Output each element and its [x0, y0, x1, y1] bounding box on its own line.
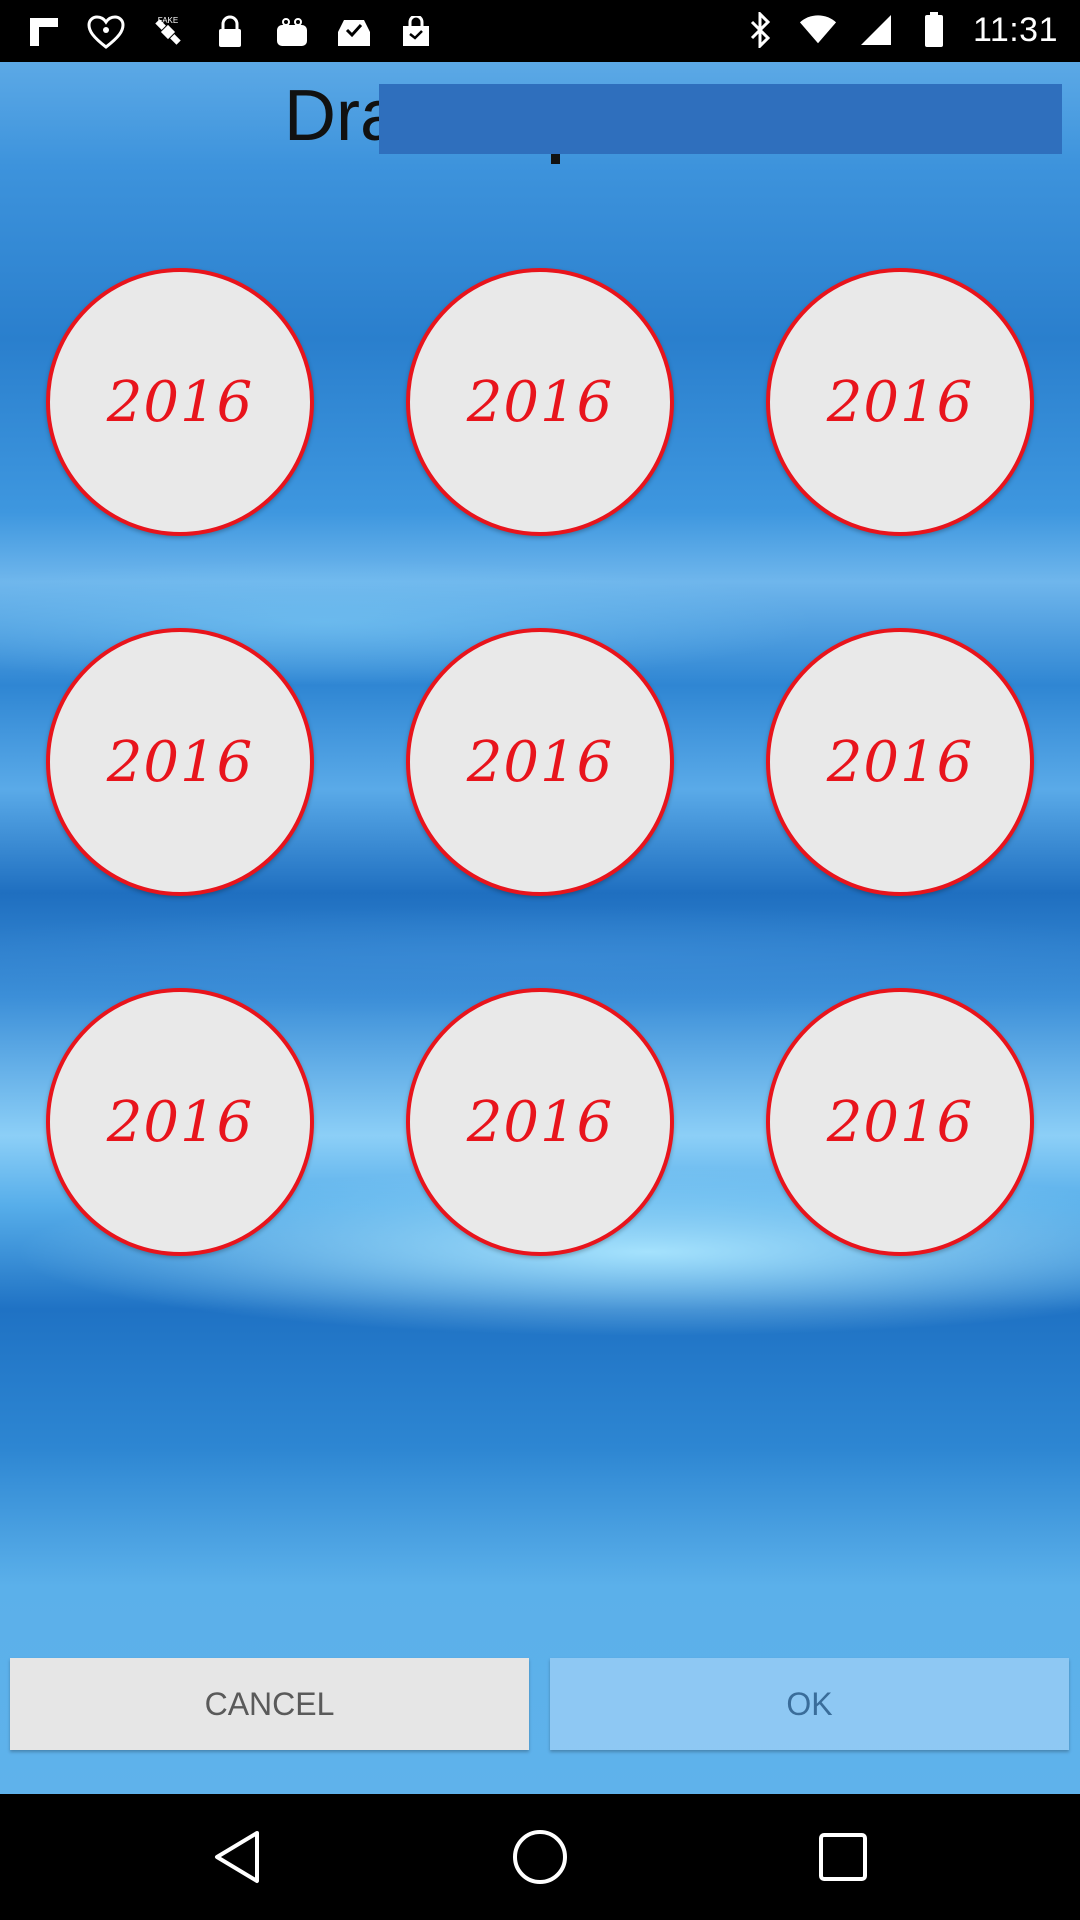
coin-label: 2016: [826, 369, 974, 435]
flipboard-icon: [24, 12, 64, 52]
recents-icon[interactable]: [810, 1824, 876, 1890]
pattern-coin[interactable]: 2016: [766, 988, 1034, 1256]
cancel-button[interactable]: CANCEL: [10, 1658, 529, 1750]
pattern-grid[interactable]: 2016 2016 2016 2016 2016 2016 2016 2016 …: [0, 62, 1080, 1362]
coin-label: 2016: [106, 729, 254, 795]
bluetooth-icon: [741, 10, 779, 50]
coin-label: 2016: [826, 729, 974, 795]
pattern-coin[interactable]: 2016: [766, 628, 1034, 896]
inbox-check-icon: [334, 12, 374, 52]
coin-label: 2016: [466, 729, 614, 795]
coin-label: 2016: [106, 1089, 254, 1155]
shopping-bag-icon: [272, 12, 312, 52]
pattern-coin[interactable]: 2016: [406, 988, 674, 1256]
ok-button[interactable]: OK: [550, 1658, 1069, 1750]
coin-label: 2016: [106, 369, 254, 435]
system-icons: 11:31: [741, 10, 1058, 50]
coin-label: 2016: [466, 1089, 614, 1155]
signal-icon: [857, 10, 895, 50]
coin-label: 2016: [466, 369, 614, 435]
back-icon[interactable]: [204, 1824, 270, 1890]
fake-gps-icon: FAKE: [148, 12, 188, 52]
battery-icon: [915, 10, 953, 50]
pattern-coin[interactable]: 2016: [406, 268, 674, 536]
clock: 11:31: [972, 10, 1058, 49]
pattern-screen: Dra 2016 2016 2016 2016 2016 2016 2016 2…: [0, 62, 1080, 1794]
pattern-coin[interactable]: 2016: [46, 988, 314, 1256]
coin-label: 2016: [826, 1089, 974, 1155]
shopping-bag-icon: [396, 12, 436, 52]
wifi-icon: [799, 10, 837, 50]
svg-text:FAKE: FAKE: [158, 16, 178, 25]
pattern-coin[interactable]: 2016: [46, 268, 314, 536]
pattern-coin[interactable]: 2016: [766, 268, 1034, 536]
pattern-coin[interactable]: 2016: [406, 628, 674, 896]
navigation-bar: [0, 1794, 1080, 1920]
notification-icons: FAKE: [24, 12, 436, 52]
lock-icon: [210, 12, 250, 52]
status-bar: FAKE 11:31: [0, 0, 1080, 62]
home-icon[interactable]: [507, 1824, 573, 1890]
pattern-coin[interactable]: 2016: [46, 628, 314, 896]
iheartradio-icon: [86, 12, 126, 52]
